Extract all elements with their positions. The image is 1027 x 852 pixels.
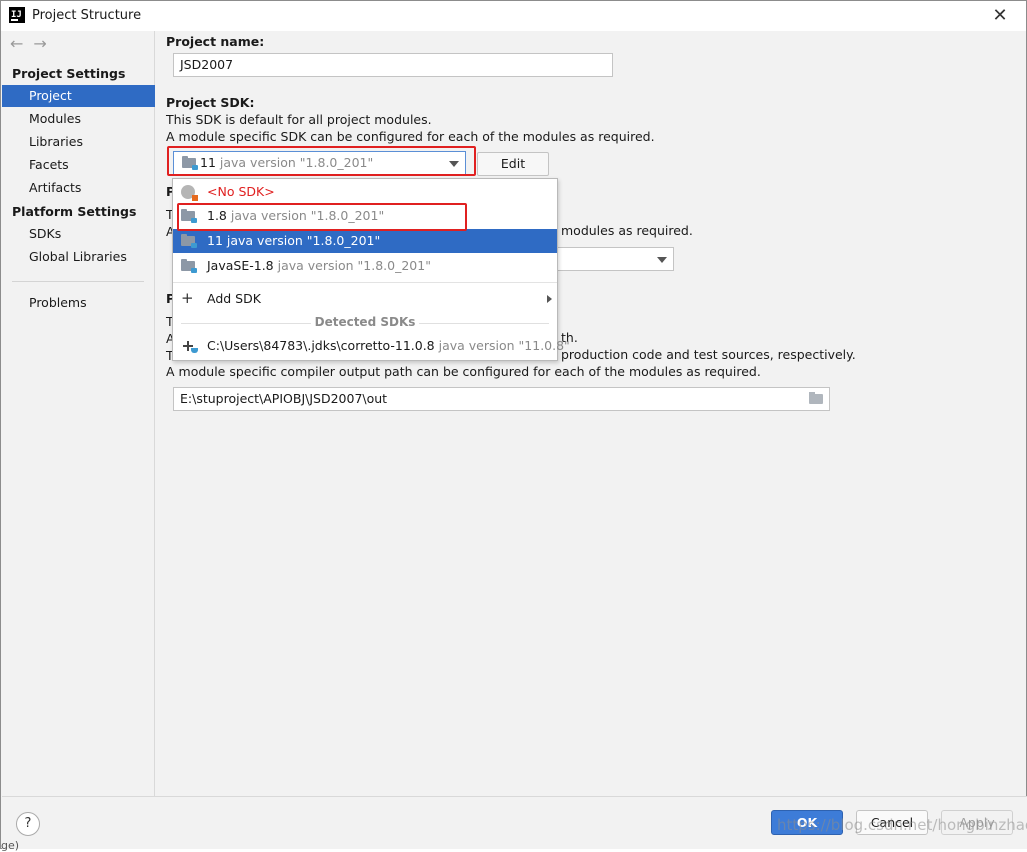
title-bar: IJ Project Structure ✕ — [1, 1, 1026, 31]
sidebar-item-global-libraries[interactable]: Global Libraries — [2, 246, 155, 268]
sidebar-item-sdks[interactable]: SDKs — [2, 223, 155, 245]
detected-sdk-version: java version "11.0.8" — [438, 338, 570, 353]
sdk-option-no-sdk[interactable]: <No SDK> — [173, 180, 557, 204]
sdk-folder-icon — [181, 234, 197, 248]
sidebar: ← → Project Settings Project Modules Libr… — [2, 31, 155, 796]
add-sdk-item[interactable]: + Add SDK — [173, 286, 557, 310]
platform-settings-title: Platform Settings — [12, 204, 137, 219]
plus-icon: + — [181, 289, 194, 307]
sdk-option-name: JavaSE-1.8 — [207, 258, 274, 273]
compiler-output-path: E:\stuproject\APIOBJ\JSD2007\out — [180, 391, 388, 406]
language-level-desc-partial: modules as required. — [561, 223, 693, 238]
project-structure-dialog: IJ Project Structure ✕ ← → Project Settin… — [0, 0, 1027, 852]
chevron-right-icon — [547, 295, 552, 303]
sidebar-item-project[interactable]: Project — [2, 85, 155, 107]
compiler-desc-partial-2: production code and test sources, respec… — [561, 347, 856, 362]
intellij-icon: IJ — [9, 7, 25, 23]
sidebar-item-facets[interactable]: Facets — [2, 154, 155, 176]
annotation-box-combo — [167, 146, 476, 176]
sdk-description-1: This SDK is default for all project modu… — [166, 112, 432, 127]
project-sdk-label: Project SDK: — [166, 95, 255, 110]
no-sdk-icon — [181, 185, 198, 201]
stray-text: ge) — [1, 839, 20, 852]
no-sdk-label: <No SDK> — [207, 184, 275, 199]
help-button[interactable]: ? — [16, 812, 40, 836]
compiler-output-desc: A module specific compiler output path c… — [166, 364, 761, 379]
close-icon[interactable]: ✕ — [988, 4, 1012, 28]
project-name-label: Project name: — [166, 34, 265, 49]
sidebar-item-problems[interactable]: Problems — [2, 292, 155, 314]
watermark: https://blog.csdn.net/hongbinzhao — [777, 816, 1027, 834]
annotation-box-option — [177, 203, 467, 231]
detected-sdk-path: C:\Users\84783\.jdks\corretto-11.0.8 — [207, 338, 435, 353]
sidebar-item-libraries[interactable]: Libraries — [2, 131, 155, 153]
project-name-input[interactable]: JSD2007 — [173, 53, 613, 77]
sidebar-item-modules[interactable]: Modules — [2, 108, 155, 130]
back-arrow-icon[interactable]: ← — [10, 34, 23, 53]
project-settings-title: Project Settings — [12, 66, 126, 81]
chevron-down-icon — [657, 257, 667, 263]
forward-arrow-icon[interactable]: → — [33, 34, 46, 53]
sidebar-item-artifacts[interactable]: Artifacts — [2, 177, 155, 199]
sdk-option-version: java version "1.8.0_201" — [226, 233, 381, 248]
sdk-folder-icon — [181, 259, 197, 273]
sdk-description-2: A module specific SDK can be configured … — [166, 129, 655, 144]
sdk-option-version: java version "1.8.0_201" — [277, 258, 431, 273]
window-title: Project Structure — [32, 8, 142, 23]
add-sdk-label: Add SDK — [207, 291, 261, 306]
folder-browse-icon[interactable] — [809, 392, 823, 404]
sdk-option-name: 11 — [207, 233, 223, 248]
nav-arrows: ← → — [10, 34, 57, 53]
edit-button[interactable]: Edit — [477, 152, 549, 176]
download-jdk-icon — [181, 340, 198, 353]
sdk-option-javase-1-8[interactable]: JavaSE-1.8 java version "1.8.0_201" — [173, 254, 557, 278]
sidebar-divider — [12, 281, 144, 282]
language-level-combo[interactable] — [551, 247, 674, 271]
sdk-option-11[interactable]: 11 java version "1.8.0_201" — [173, 229, 557, 253]
detected-sdk-corretto[interactable]: C:\Users\84783\.jdks\corretto-11.0.8 jav… — [173, 334, 570, 358]
compiler-output-input[interactable]: E:\stuproject\APIOBJ\JSD2007\out — [173, 387, 830, 411]
popup-divider — [173, 282, 557, 283]
detected-sdks-header: Detected SDKs — [314, 315, 416, 329]
